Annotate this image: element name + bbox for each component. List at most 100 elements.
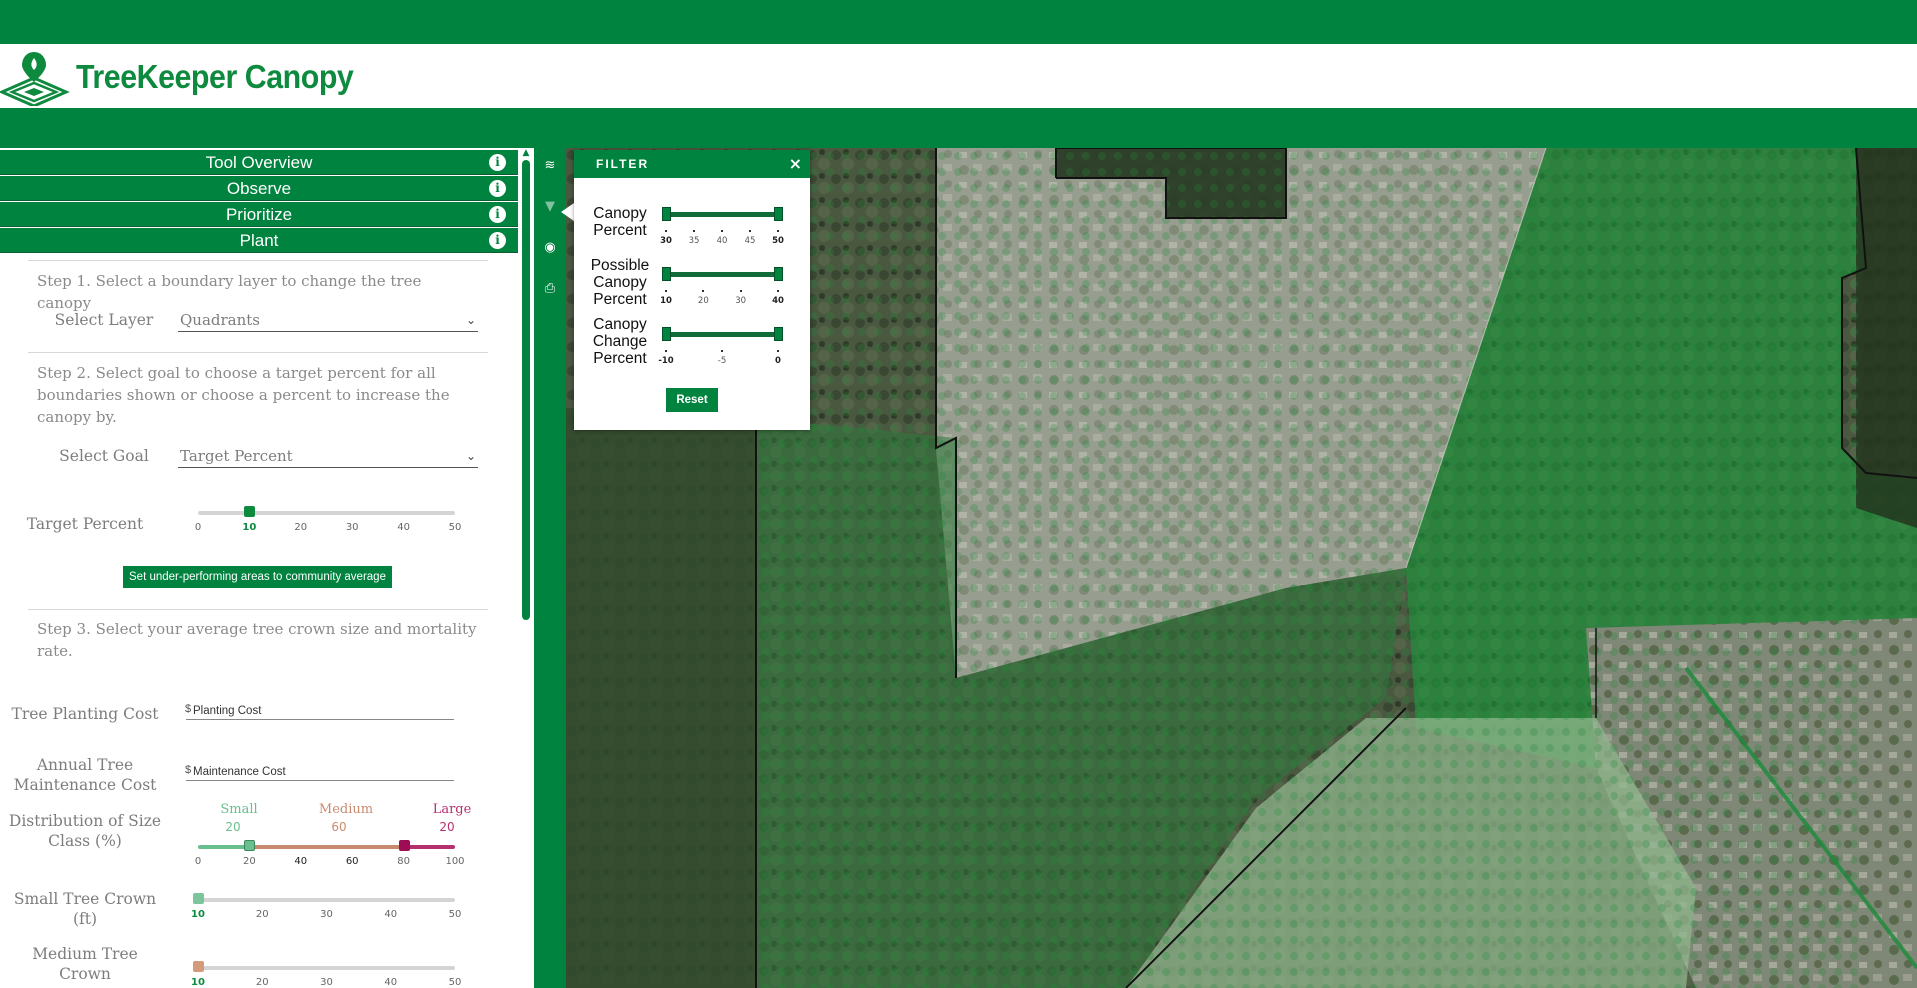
- step2-text: Step 2. Select goal to choose a target p…: [37, 364, 450, 426]
- filter-tick-label: 30: [735, 296, 747, 306]
- target-percent-handle[interactable]: [244, 506, 256, 517]
- left-panel: Tool Overview i Observe i Prioritize i P…: [0, 148, 534, 988]
- small_crown-handle[interactable]: [193, 893, 204, 904]
- chevron-down-icon: ⌄: [465, 449, 476, 463]
- distribution-large-segment[interactable]: [403, 845, 455, 849]
- filter-tick-mark: [721, 230, 723, 232]
- distribution-small-segment[interactable]: [198, 845, 250, 849]
- slider-tick-label: 40: [384, 909, 398, 920]
- divider: [28, 260, 488, 261]
- filter-tick-mark: [777, 350, 779, 352]
- layers-icon[interactable]: ≋: [542, 158, 558, 174]
- filter-tick-label: 45: [744, 236, 756, 246]
- map-tool-strip: ≋ ▼ ◉ ⎙: [534, 148, 566, 988]
- divider: [28, 352, 488, 353]
- accordion-tool-overview[interactable]: Tool Overview i: [0, 150, 518, 175]
- accordion-label: Observe: [226, 179, 292, 198]
- accordion-observe[interactable]: Observe i: [0, 176, 518, 201]
- select-layer-value: Quadrants: [180, 311, 261, 329]
- filter-panel: FILTER × Canopy Percent 30 35 40 45 50 Possi…: [574, 150, 810, 430]
- accordion-plant[interactable]: Plant i: [0, 228, 518, 253]
- canopy-change-slider[interactable]: [666, 332, 778, 337]
- possible-max-handle[interactable]: [774, 267, 783, 281]
- slider-tick-label: 30: [320, 977, 333, 988]
- step1-text: Step 1. Select a boundary layer to chang…: [37, 272, 422, 312]
- filter-tick-label: -5: [717, 356, 727, 366]
- medium_crown-handle[interactable]: [193, 961, 204, 972]
- small-class-name: Small: [220, 802, 258, 817]
- accordion-prioritize[interactable]: Prioritize i: [0, 202, 518, 227]
- slider-tick-label: 20: [243, 856, 256, 867]
- reset-button[interactable]: Reset: [666, 388, 718, 412]
- scroll-up-icon[interactable]: ▲: [521, 148, 531, 158]
- distribution-medium-segment[interactable]: [249, 845, 404, 849]
- filter-tick-mark: [702, 290, 705, 292]
- slider-tick-label: 40: [384, 977, 398, 988]
- slider-tick-label: 80: [397, 856, 410, 867]
- slider-tick-label: 10: [191, 909, 205, 920]
- target-icon[interactable]: ◉: [542, 240, 558, 256]
- distribution-small-handle[interactable]: [244, 840, 256, 851]
- select-goal-label: Select Goal: [59, 447, 149, 465]
- select-layer-dropdown[interactable]: Quadrants ⌄: [178, 310, 478, 332]
- possible-min-handle[interactable]: [662, 267, 671, 281]
- filter-pointer: [561, 203, 574, 221]
- medium-class-name: Medium: [318, 802, 374, 817]
- maintenance-cost-label: Annual Tree Maintenance Cost: [13, 756, 157, 794]
- select-goal-dropdown[interactable]: Target Percent ⌄: [178, 446, 478, 468]
- slider-tick-label: 20: [255, 909, 269, 920]
- filter-tick-label: 35: [688, 236, 700, 246]
- filter-tick-label: 40: [772, 296, 784, 306]
- planting-cost-label: Tree Planting Cost: [11, 705, 159, 723]
- target-percent-slider[interactable]: [198, 511, 455, 515]
- filter-tick-mark: [665, 350, 667, 352]
- filter-icon[interactable]: ▼: [542, 199, 558, 215]
- canopy-max-handle[interactable]: [774, 207, 783, 221]
- planting-cost-input[interactable]: Planting Cost: [186, 702, 454, 720]
- print-icon[interactable]: ⎙: [542, 281, 558, 297]
- filter-tick-label: 40: [716, 236, 728, 246]
- change-min-handle[interactable]: [662, 327, 671, 341]
- filter-tick-mark: [777, 230, 779, 232]
- maintenance-cost-input[interactable]: Maintenance Cost: [186, 763, 454, 781]
- filter-tick-mark: [721, 350, 723, 352]
- info-icon[interactable]: i: [489, 180, 506, 197]
- large-class-name: Large: [432, 802, 472, 817]
- info-icon[interactable]: i: [489, 232, 506, 249]
- filter-tick-mark: [777, 290, 779, 292]
- scrollbar-thumb[interactable]: [522, 160, 530, 620]
- filter-tick-label: 30: [660, 236, 672, 246]
- small_crown-slider[interactable]: [198, 898, 455, 902]
- info-icon[interactable]: i: [489, 154, 506, 171]
- slider-tick-label: 10: [191, 977, 205, 988]
- canopy-percent-slider[interactable]: [666, 212, 778, 217]
- nav-bar: [0, 108, 1917, 148]
- possible-canopy-slider[interactable]: [666, 272, 778, 277]
- chevron-down-icon: ⌄: [465, 313, 476, 327]
- info-icon[interactable]: i: [489, 206, 506, 223]
- filter-tick-label: 50: [772, 236, 784, 246]
- slider-tick-label: 100: [445, 856, 465, 867]
- canopy-min-handle[interactable]: [662, 207, 671, 221]
- slider-tick-label: 50: [448, 977, 462, 988]
- medium_crown-slider[interactable]: [198, 966, 455, 970]
- logo-tree-icon: [0, 52, 70, 106]
- slider-tick-label: 0: [194, 856, 202, 867]
- distribution-label: Distribution of Size Class (%): [8, 812, 162, 850]
- app-logo[interactable]: TreeKeeper Canopy: [0, 48, 377, 106]
- slider-tick-label: 40: [397, 522, 410, 533]
- change-max-handle[interactable]: [774, 327, 783, 341]
- target-percent-label: Target Percent: [26, 515, 144, 533]
- select-layer-label: Select Layer: [54, 311, 154, 329]
- slider-tick-label: 50: [448, 522, 462, 533]
- close-icon[interactable]: ×: [789, 150, 804, 178]
- accordion-label: Prioritize: [225, 205, 293, 224]
- medium-class-value: 60: [331, 820, 347, 834]
- accordion-label: Tool Overview: [205, 153, 313, 172]
- large-class-value: 20: [439, 820, 455, 834]
- filter-tick-label: 20: [697, 296, 709, 306]
- community-average-button[interactable]: Set under-performing areas to community …: [123, 566, 392, 588]
- top-bar: [0, 0, 1917, 44]
- distribution-large-handle[interactable]: [398, 840, 410, 851]
- slider-tick-label: 50: [448, 909, 462, 920]
